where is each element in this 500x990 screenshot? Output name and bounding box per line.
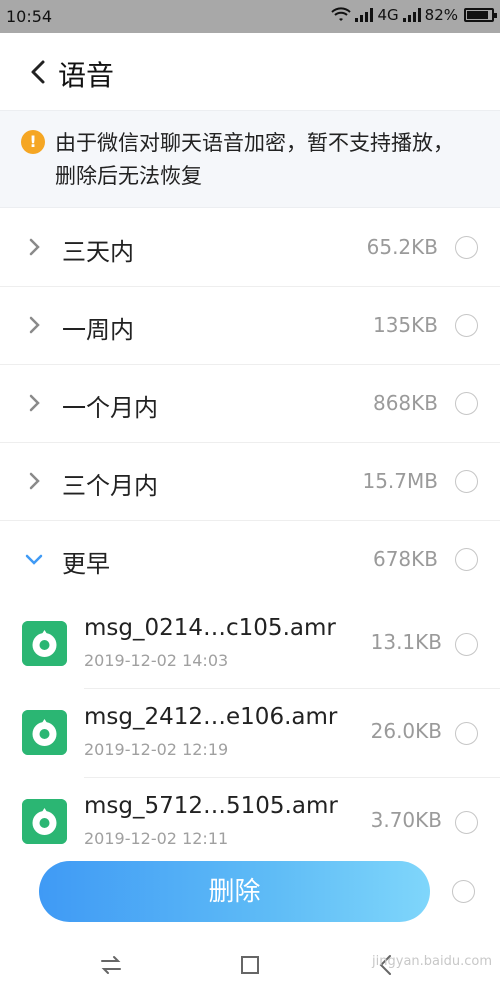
system-nav-bar: jingyan.baidu.com xyxy=(0,938,500,990)
chevron-right-icon xyxy=(29,238,40,256)
select-radio[interactable] xyxy=(455,548,478,571)
group-label: 一周内 xyxy=(62,316,134,344)
group-size: 135KB xyxy=(372,313,438,337)
file-size: 13.1KB xyxy=(370,630,442,654)
status-indicators: 4G 82% xyxy=(331,6,497,24)
select-radio[interactable] xyxy=(455,314,478,337)
status-bar: 10:54 4G 82% xyxy=(0,0,500,33)
file-size: 3.70KB xyxy=(370,808,442,832)
group-label: 三天内 xyxy=(62,238,134,266)
file-date: 2019-12-02 12:19 xyxy=(84,740,229,759)
warning-icon: ! xyxy=(21,130,45,154)
page-header: 语音 xyxy=(0,33,500,110)
group-size: 15.7MB xyxy=(362,469,438,493)
signal-icon xyxy=(355,8,374,22)
group-row-three-months[interactable]: 三个月内 15.7MB xyxy=(0,443,500,521)
select-radio[interactable] xyxy=(455,811,478,834)
group-label: 一个月内 xyxy=(62,394,158,422)
group-size: 868KB xyxy=(372,391,438,415)
file-name: msg_0214…c105.amr xyxy=(84,615,336,641)
chevron-right-icon xyxy=(29,394,40,412)
voice-file-icon xyxy=(22,799,67,844)
network-type: 4G xyxy=(377,6,399,24)
file-date: 2019-12-02 12:11 xyxy=(84,829,229,848)
select-radio[interactable] xyxy=(455,392,478,415)
watermark-text: jingyan.baidu.com xyxy=(372,954,492,969)
select-radio[interactable] xyxy=(455,236,478,259)
group-label: 三个月内 xyxy=(62,472,158,500)
switch-arrows-icon[interactable] xyxy=(98,952,124,978)
notice-text: 由于微信对聊天语音加密，暂不支持播放，删除后无法恢复 xyxy=(55,131,454,188)
back-icon[interactable] xyxy=(24,57,54,87)
signal-icon-2 xyxy=(402,8,421,22)
file-name: msg_2412…e106.amr xyxy=(84,704,338,730)
chevron-right-icon xyxy=(29,316,40,334)
battery-fill xyxy=(467,11,489,19)
battery-icon xyxy=(464,8,497,22)
group-row-one-month[interactable]: 一个月内 868KB xyxy=(0,365,500,443)
select-radio[interactable] xyxy=(455,470,478,493)
group-row-earlier[interactable]: 更早 678KB xyxy=(0,521,500,599)
file-date: 2019-12-02 14:03 xyxy=(84,651,229,670)
wifi-icon xyxy=(331,7,352,21)
group-size: 65.2KB xyxy=(366,235,438,259)
chevron-down-icon xyxy=(25,554,43,565)
group-row-three-days[interactable]: 三天内 65.2KB xyxy=(0,209,500,287)
select-all-radio[interactable] xyxy=(452,880,475,903)
file-name: msg_5712…5105.amr xyxy=(84,793,338,819)
battery-percent: 82% xyxy=(424,6,458,24)
delete-button[interactable]: 删除 xyxy=(39,861,430,922)
select-radio[interactable] xyxy=(455,633,478,656)
encryption-notice: ! 由于微信对聊天语音加密，暂不支持播放，删除后无法恢复 xyxy=(0,110,500,208)
file-row[interactable]: msg_0214…c105.amr 2019-12-02 14:03 13.1K… xyxy=(0,600,500,689)
file-size: 26.0KB xyxy=(370,719,442,743)
file-row[interactable]: msg_2412…e106.amr 2019-12-02 12:19 26.0K… xyxy=(0,689,500,778)
select-radio[interactable] xyxy=(455,722,478,745)
home-square-icon[interactable] xyxy=(237,952,263,978)
chevron-right-icon xyxy=(29,472,40,490)
status-time: 10:54 xyxy=(6,7,53,26)
group-label: 更早 xyxy=(62,550,110,578)
voice-file-icon xyxy=(22,621,67,666)
voice-file-icon xyxy=(22,710,67,755)
group-size: 678KB xyxy=(372,547,438,571)
group-row-one-week[interactable]: 一周内 135KB xyxy=(0,287,500,365)
page-title: 语音 xyxy=(58,59,115,92)
bottom-action-bar: 删除 xyxy=(0,852,500,938)
